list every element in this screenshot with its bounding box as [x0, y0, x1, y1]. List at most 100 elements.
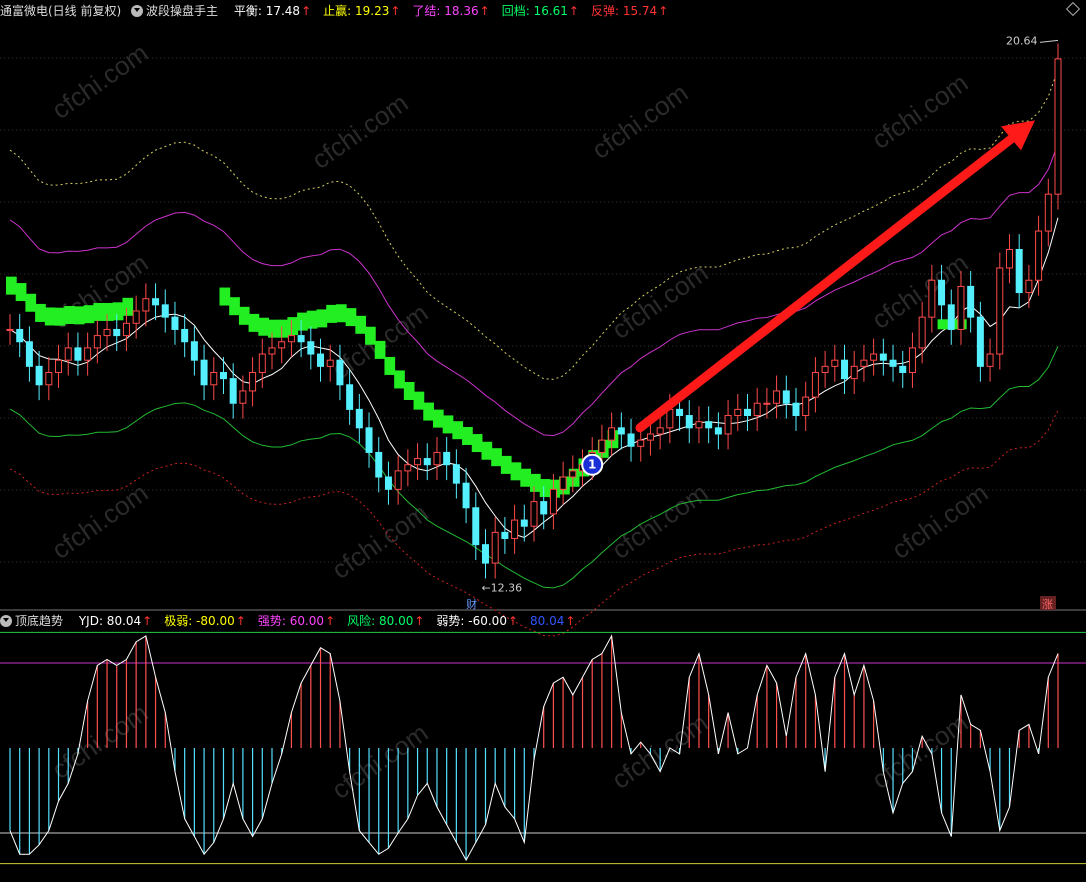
candle-body [841, 359, 849, 380]
sub-indicator-name[interactable]: 顶底趋势 [15, 614, 63, 628]
candle-body [219, 371, 227, 380]
indicator-value: 80.04↑ [530, 614, 576, 628]
trend-ribbon-block [326, 304, 337, 323]
candle-body [462, 482, 470, 509]
high-price-pointer [1039, 39, 1059, 43]
up-arrow-icon: ↑ [301, 4, 312, 18]
dropdown-icon[interactable] [0, 615, 12, 627]
trend-ribbon-block [258, 317, 269, 336]
candle-body [850, 365, 858, 380]
candle-body [317, 353, 325, 367]
indicator-value: YJD: 80.04↑ [78, 614, 153, 628]
candle-body [1044, 193, 1052, 232]
candle-body [122, 322, 130, 337]
low-price-label: ←12.36 [481, 582, 522, 595]
main-indicator-values: 平衡: 17.48↑ 止赢: 19.23↑ 了结: 18.36↑ 回档: 16.61↑… [234, 4, 680, 18]
candle-body [74, 347, 82, 361]
chart-canvas[interactable]: cfchi.com cfchi.com cfchi.com cfchi.com cfch… [0, 0, 1086, 882]
trend-ribbon-block [35, 303, 46, 322]
candle-body [336, 359, 344, 386]
candle-body [646, 433, 654, 441]
candle-body [35, 365, 43, 386]
trend-ribbon-block [297, 312, 308, 331]
trend-ribbon-block [452, 421, 464, 440]
candle-body [278, 341, 286, 349]
candle-body [938, 279, 946, 306]
trend-ribbon-block [442, 415, 454, 434]
candle-body [918, 316, 926, 349]
candle-body [899, 365, 907, 373]
indicator-value: 风险: 80.00↑ [347, 614, 425, 628]
candle-body [695, 421, 703, 429]
candle-body [287, 335, 295, 343]
candle-body [268, 347, 276, 355]
candle-body [724, 415, 732, 435]
sub-panel-header: 顶底趋势 YJD: 80.04↑ 极弱: -80.00↑ 强势: 60.00↑ 风险:… [0, 611, 593, 631]
candle-body [258, 353, 266, 373]
candle-body [656, 427, 664, 435]
indicator-value: 极弱: -80.00↑ [164, 614, 246, 628]
trend-ribbon-block [25, 293, 37, 312]
trend-ribbon-block [73, 306, 85, 325]
candle-body [617, 427, 625, 435]
candle-body [889, 359, 897, 367]
watermark: cfchi.com [306, 87, 413, 175]
trend-ribbon-block [374, 340, 386, 359]
candle-body [433, 451, 441, 466]
indicator-value: 平衡: 17.48↑ [233, 4, 312, 18]
candle-body [734, 408, 742, 417]
candle-body [297, 335, 305, 343]
candle-body [976, 316, 984, 367]
indicator-value: 了结: 18.36↑ [412, 4, 490, 18]
up-arrow-icon: ↑ [325, 614, 336, 628]
candle-body [957, 285, 965, 330]
candle-body [773, 390, 781, 404]
candle-body [540, 501, 548, 515]
candle-body [986, 353, 994, 367]
candle-body [132, 310, 140, 324]
candle-body [627, 433, 635, 447]
candle-body [685, 415, 693, 429]
candle-body [947, 304, 955, 330]
up-arrow-icon: ↑ [565, 614, 576, 628]
indicator-value: 弱势: -60.00↑ [436, 614, 519, 628]
up-arrow-icon: ↑ [479, 4, 490, 18]
trend-ribbon-block [432, 409, 444, 428]
candle-body [200, 359, 208, 386]
candle-body [414, 458, 422, 466]
candle-body [45, 371, 53, 386]
finance-flag: 财 [466, 597, 477, 611]
trend-ribbon-block [510, 462, 522, 481]
sub-indicator-values: YJD: 80.04↑ 极弱: -80.00↑ 强势: 60.00↑ 风险: 80.0… [79, 614, 588, 628]
candle-body [802, 396, 810, 417]
candle-body [346, 384, 354, 410]
watermark: cfchi.com [606, 477, 713, 565]
stock-title[interactable]: 通富微电(日线 前复权) [0, 4, 121, 18]
candle-body [84, 347, 92, 361]
candle-body [879, 353, 887, 361]
candle-body [443, 451, 451, 466]
candle-body [404, 464, 412, 472]
candle-body [908, 347, 916, 373]
trend-ribbon-block [122, 297, 134, 316]
up-arrow-icon: ↑ [390, 4, 401, 18]
trend-ribbon-block [500, 455, 512, 474]
trend-ribbon-block [384, 356, 396, 375]
candle-body [229, 378, 237, 404]
trend-ribbon-block [335, 304, 347, 323]
candle-body [520, 519, 528, 527]
indicator-name[interactable]: 波段操盘手主 [146, 4, 218, 18]
trend-ribbon-block [423, 402, 434, 421]
dropdown-icon[interactable] [131, 5, 144, 17]
candle-body [598, 439, 606, 453]
trend-ribbon-block [530, 473, 541, 492]
indicator-value: 止赢: 19.23↑ [323, 4, 401, 18]
candle-body [860, 359, 868, 367]
candle-body [472, 507, 480, 546]
candle-body [559, 476, 567, 490]
candle-body [25, 341, 33, 367]
up-arrow-icon: ↑ [658, 4, 669, 18]
candle-body [142, 298, 150, 312]
trend-ribbon-block [15, 283, 27, 302]
indicator-value: 反弹: 15.74↑ [590, 4, 669, 18]
